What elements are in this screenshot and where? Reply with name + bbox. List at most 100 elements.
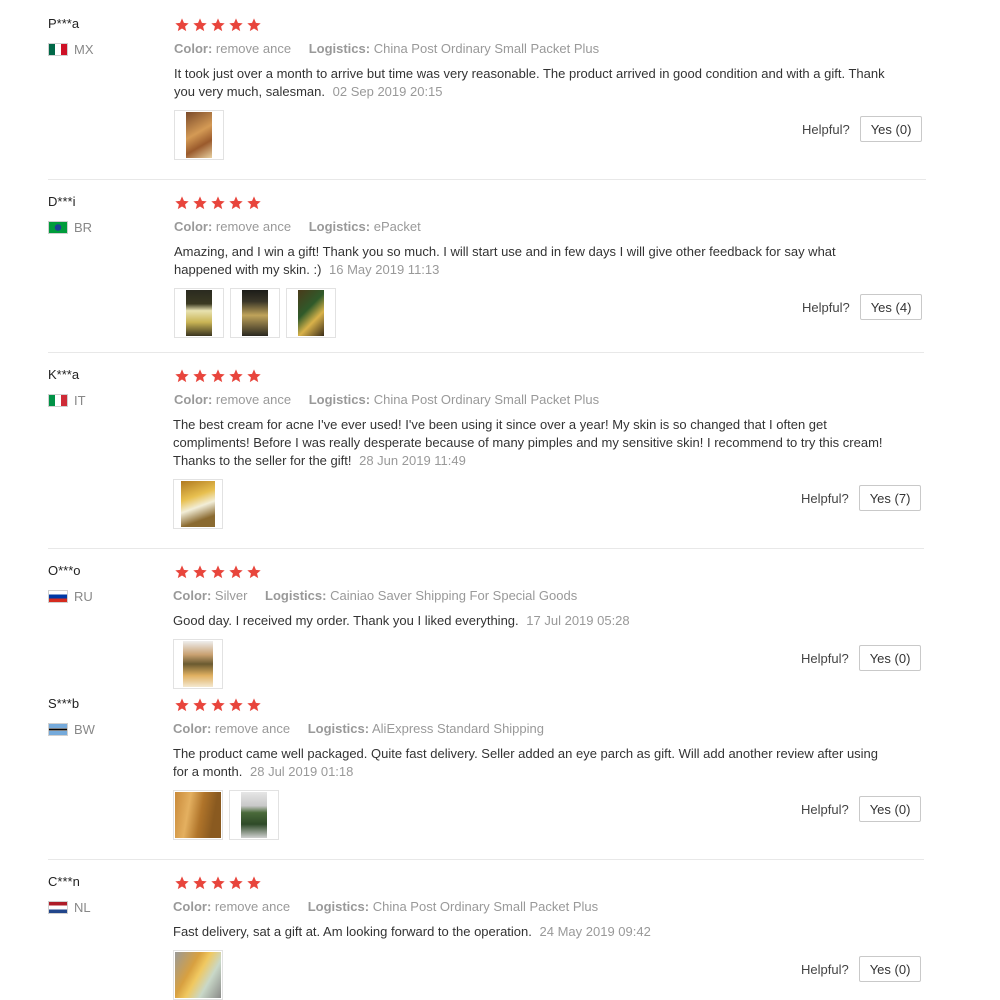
helpful-section: Helpful? Yes (4) — [802, 294, 923, 320]
order-meta: Color: remove ance Logistics: ePacket — [174, 219, 421, 234]
review-text-block: The product came well packaged. Quite fa… — [173, 745, 893, 781]
country-code: BR — [74, 220, 93, 235]
country-code: NL — [74, 900, 91, 915]
logistics-value: China Post Ordinary Small Packet Plus — [373, 392, 600, 407]
logistics-label: Logistics: — [308, 392, 371, 407]
review-divider — [48, 548, 924, 549]
review-photo-thumbnail[interactable] — [286, 288, 336, 338]
star-icon — [229, 18, 243, 32]
review-divider — [48, 859, 924, 860]
product-photo — [186, 290, 212, 336]
review-text: It took just over a month to arrive but … — [174, 66, 885, 99]
color-value: remove ance — [215, 41, 292, 56]
reviewer-country: RU — [48, 589, 93, 604]
review-text-block: The best cream for acne I've ever used! … — [173, 416, 893, 470]
reviewer-country: BW — [48, 722, 95, 737]
star-icon — [175, 565, 189, 579]
review-divider — [48, 179, 926, 180]
helpful-yes-button[interactable]: Yes (4) — [859, 294, 923, 320]
star-icon — [211, 196, 225, 210]
review-photos — [174, 110, 224, 160]
country-code: IT — [74, 393, 86, 408]
logistics-value: ePacket — [373, 219, 421, 234]
color-label: Color: — [173, 588, 212, 603]
logistics-label: Logistics: — [308, 219, 371, 234]
reviewer-name: K***a — [48, 367, 80, 382]
order-meta: Color: remove ance Logistics: China Post… — [173, 899, 598, 914]
review-text-block: Fast delivery, sat a gift at. Am looking… — [173, 923, 893, 941]
helpful-label: Helpful? — [802, 299, 850, 315]
product-photo — [241, 792, 267, 838]
reviewer-name: O***o — [48, 563, 81, 578]
star-icon — [211, 876, 225, 890]
logistics-value: China Post Ordinary Small Packet Plus — [372, 899, 599, 914]
star-rating — [174, 564, 262, 580]
star-icon — [175, 196, 189, 210]
flag-icon — [48, 723, 68, 736]
product-photo — [298, 290, 324, 336]
review-text: The best cream for acne I've ever used! … — [173, 417, 883, 468]
review-photos — [173, 950, 223, 1000]
helpful-label: Helpful? — [801, 490, 849, 506]
star-icon — [211, 565, 225, 579]
review-photo-thumbnail[interactable] — [173, 790, 223, 840]
review-text-block: Amazing, and I win a gift! Thank you so … — [174, 243, 894, 279]
product-photo — [175, 952, 221, 998]
reviewer-name: D***i — [48, 194, 76, 209]
star-icon — [247, 18, 261, 32]
logistics-label: Logistics: — [307, 721, 370, 736]
color-value: remove ance — [215, 219, 292, 234]
review-photo-thumbnail[interactable] — [229, 790, 279, 840]
review-photo-thumbnail[interactable] — [230, 288, 280, 338]
reviewer-name: C***n — [48, 874, 80, 889]
review-photo-thumbnail[interactable] — [173, 950, 223, 1000]
product-photo — [183, 641, 213, 687]
helpful-label: Helpful? — [801, 801, 849, 817]
color-label: Color: — [173, 899, 212, 914]
star-icon — [247, 565, 261, 579]
star-icon — [247, 196, 261, 210]
review-text: Good day. I received my order. Thank you… — [173, 613, 519, 628]
review-date: 24 May 2019 09:42 — [539, 924, 651, 939]
reviewer-country: BR — [48, 220, 92, 235]
country-code: BW — [74, 722, 95, 737]
helpful-label: Helpful? — [801, 650, 849, 666]
order-meta: Color: remove ance Logistics: China Post… — [174, 41, 599, 56]
review-photo-thumbnail[interactable] — [173, 639, 223, 689]
review-photo-thumbnail[interactable] — [173, 479, 223, 529]
review-text-block: It took just over a month to arrive but … — [174, 65, 894, 101]
flag-icon — [48, 590, 68, 603]
reviewer-country: NL — [48, 900, 91, 915]
logistics-label: Logistics: — [265, 588, 327, 603]
color-value: remove ance — [214, 721, 291, 736]
star-icon — [193, 18, 207, 32]
reviewer-country: MX — [48, 42, 94, 57]
star-icon — [175, 369, 189, 383]
color-value: remove ance — [215, 392, 292, 407]
review-text: Fast delivery, sat a gift at. Am looking… — [173, 924, 532, 939]
color-label: Color: — [174, 219, 213, 234]
logistics-value: AliExpress Standard Shipping — [372, 721, 544, 736]
product-photo — [181, 481, 215, 527]
helpful-yes-button[interactable]: Yes (7) — [858, 485, 922, 511]
color-label: Color: — [173, 721, 212, 736]
helpful-yes-button[interactable]: Yes (0) — [859, 116, 923, 142]
star-icon — [193, 565, 207, 579]
review-text: Amazing, and I win a gift! Thank you so … — [174, 244, 836, 277]
helpful-section: Helpful? Yes (0) — [802, 116, 923, 142]
helpful-yes-button[interactable]: Yes (0) — [858, 645, 922, 671]
star-icon — [247, 876, 261, 890]
helpful-yes-button[interactable]: Yes (0) — [858, 956, 922, 982]
review-date: 16 May 2019 11:13 — [329, 262, 440, 277]
product-photo — [186, 112, 212, 158]
review-photo-thumbnail[interactable] — [174, 288, 224, 338]
helpful-yes-button[interactable]: Yes (0) — [858, 796, 922, 822]
flag-icon — [48, 901, 68, 914]
review-photo-thumbnail[interactable] — [174, 110, 224, 160]
star-rating — [174, 368, 262, 384]
country-code: MX — [74, 42, 94, 57]
star-icon — [229, 698, 243, 712]
star-icon — [193, 196, 207, 210]
star-icon — [229, 565, 243, 579]
review-photos — [173, 479, 223, 529]
